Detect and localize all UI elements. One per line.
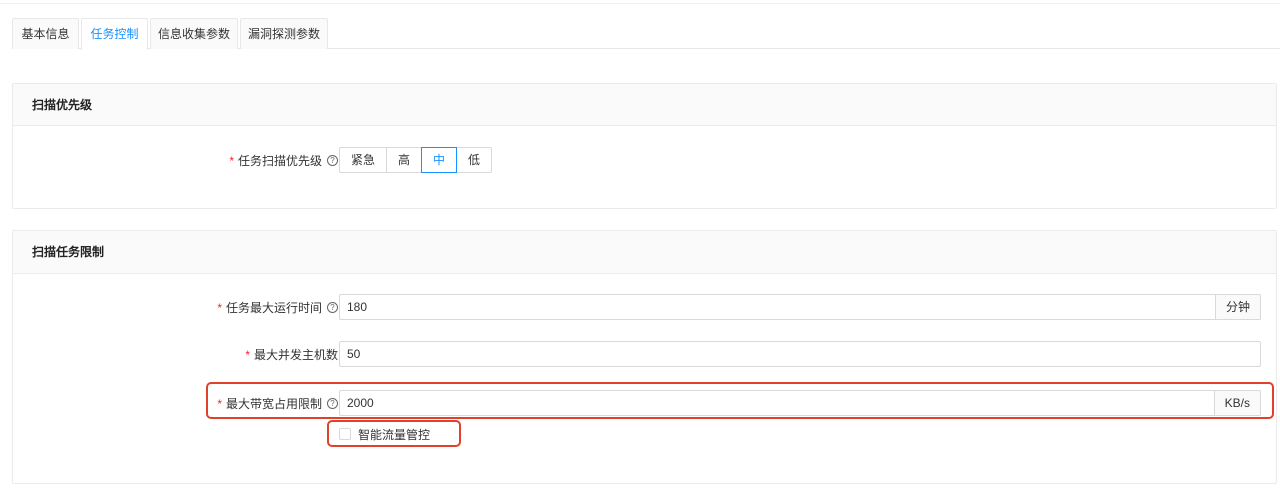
required-mark: * <box>229 154 234 168</box>
smart-traffic-label: 智能流量管控 <box>358 427 431 442</box>
priority-card-title: 扫描优先级 <box>13 84 1276 126</box>
priority-option-low[interactable]: 低 <box>456 147 493 173</box>
max-runtime-row: * 任务最大运行时间? 180 分钟 <box>13 294 1276 322</box>
required-mark: * <box>245 348 250 362</box>
tab-info-collection-params[interactable]: 信息收集参数 <box>150 18 238 49</box>
question-circle-icon[interactable]: ? <box>327 155 338 167</box>
max-runtime-label-text: 任务最大运行时间 <box>225 301 322 315</box>
tab-bar: 基本信息 任务控制 信息收集参数 漏洞探测参数 <box>12 18 1280 50</box>
priority-option-medium[interactable]: 中 <box>421 147 458 173</box>
tab-basic-info[interactable]: 基本信息 <box>12 18 79 49</box>
max-bandwidth-row: * 最大带宽占用限制? 2000 KB/s <box>13 390 1276 418</box>
limit-card: 扫描任务限制 * 任务最大运行时间? 180 分钟 * 最大并发主机数 50 * 最大… <box>12 230 1277 484</box>
max-hosts-row: * 最大并发主机数 50 <box>13 341 1276 369</box>
max-bandwidth-label: * 最大带宽占用限制? <box>217 390 338 418</box>
top-divider <box>0 3 1280 4</box>
max-hosts-label: * 最大并发主机数 <box>245 341 338 369</box>
question-circle-icon[interactable]: ? <box>327 302 338 314</box>
max-bandwidth-unit: KB/s <box>1214 390 1261 416</box>
max-hosts-input[interactable]: 50 <box>339 341 1261 367</box>
priority-label: * 任务扫描优先级? <box>229 147 338 175</box>
question-circle-icon[interactable]: ? <box>327 398 338 410</box>
limit-card-title: 扫描任务限制 <box>13 231 1276 274</box>
smart-traffic-checkbox[interactable] <box>339 428 351 440</box>
smart-traffic-row: 智能流量管控 <box>13 424 1276 444</box>
priority-radio-group: 紧急 高 中 低 <box>339 147 493 173</box>
max-bandwidth-label-text: 最大带宽占用限制 <box>225 397 322 411</box>
max-runtime-unit: 分钟 <box>1215 294 1261 320</box>
max-hosts-input-group: 50 <box>339 341 1261 367</box>
priority-card: 扫描优先级 * 任务扫描优先级? 紧急 高 中 低 <box>12 83 1277 209</box>
max-bandwidth-input[interactable]: 2000 <box>339 390 1215 416</box>
priority-option-high[interactable]: 高 <box>386 147 423 173</box>
tab-task-control[interactable]: 任务控制 <box>81 18 148 50</box>
max-hosts-label-text: 最大并发主机数 <box>253 348 338 362</box>
max-runtime-input[interactable]: 180 <box>339 294 1216 320</box>
priority-option-urgent[interactable]: 紧急 <box>339 147 388 173</box>
smart-traffic-checkbox-group[interactable]: 智能流量管控 <box>339 424 430 444</box>
max-bandwidth-input-group: 2000 KB/s <box>339 390 1261 416</box>
priority-label-text: 任务扫描优先级 <box>237 154 322 168</box>
tab-vuln-detection-params[interactable]: 漏洞探测参数 <box>240 18 328 49</box>
required-mark: * <box>217 301 222 315</box>
required-mark: * <box>217 397 222 411</box>
max-runtime-input-group: 180 分钟 <box>339 294 1261 320</box>
max-runtime-label: * 任务最大运行时间? <box>217 294 338 322</box>
priority-row: * 任务扫描优先级? 紧急 高 中 低 <box>13 147 1276 175</box>
